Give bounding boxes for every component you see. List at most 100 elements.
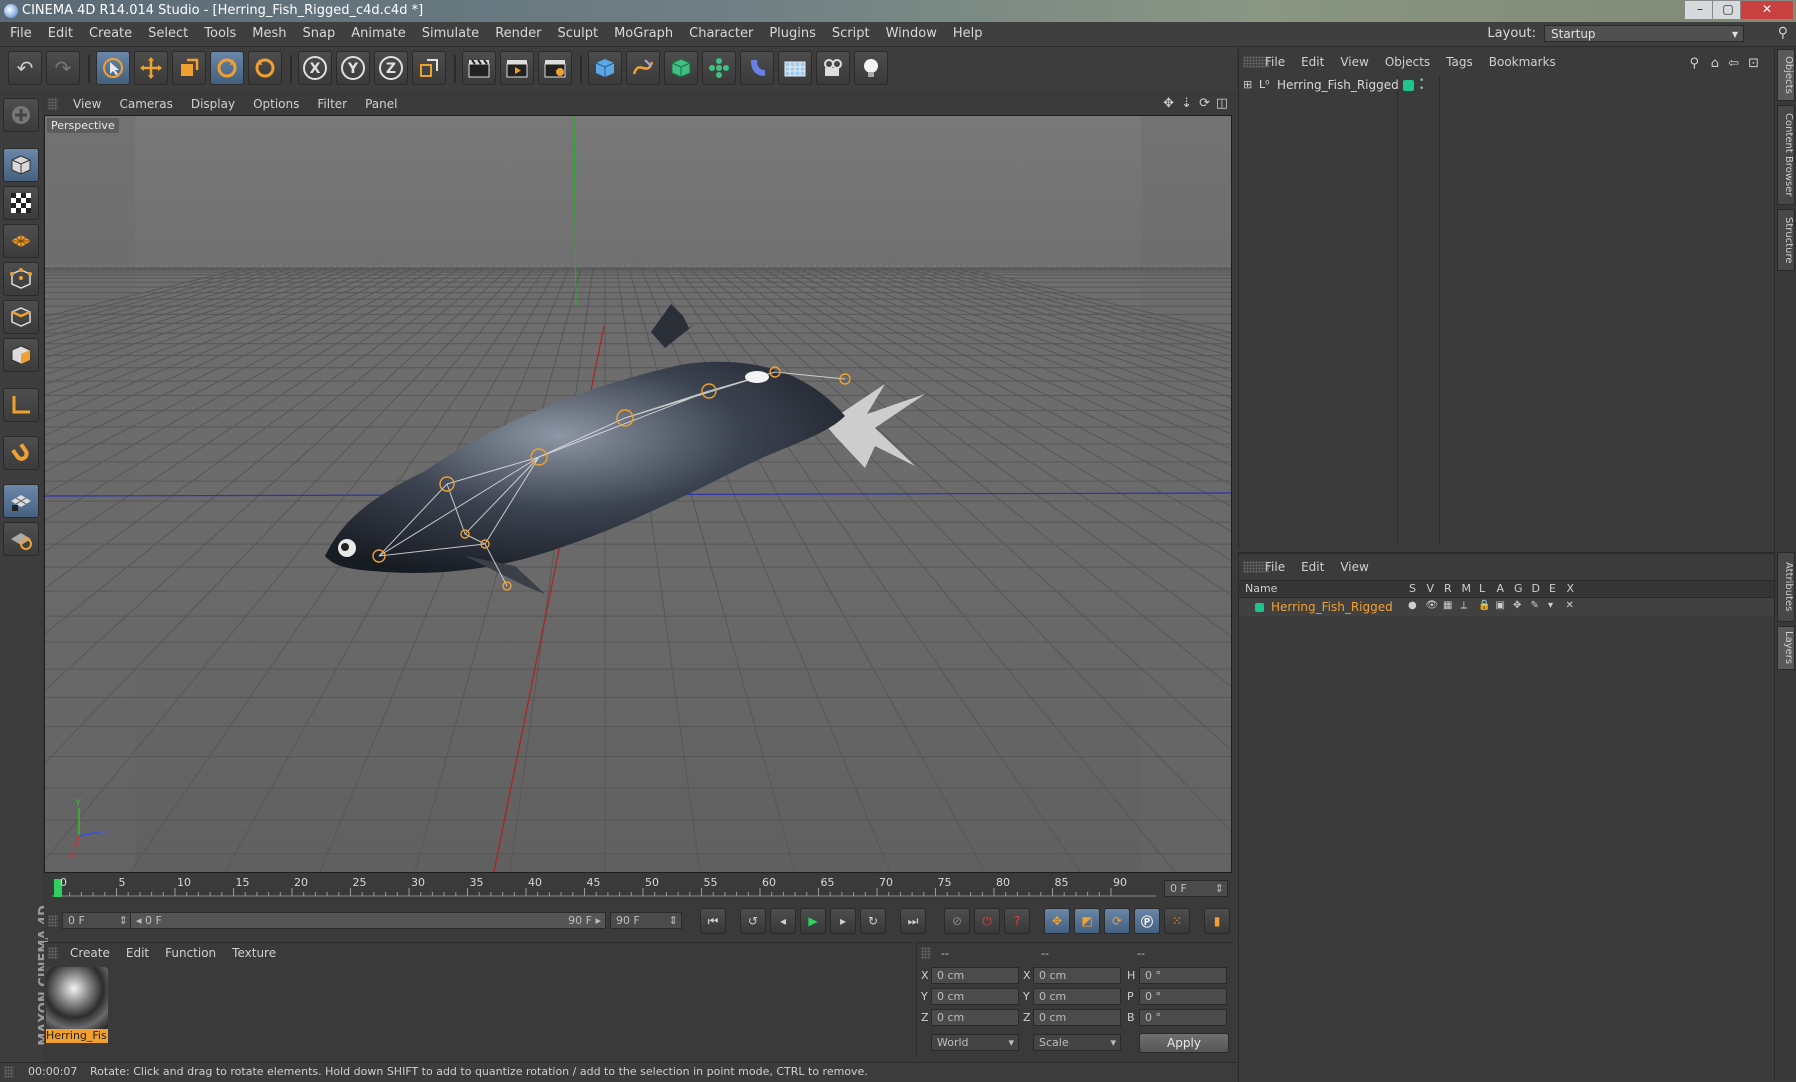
solo-toggle-icon[interactable]: ●: [1408, 600, 1417, 611]
layer-column-l[interactable]: L: [1479, 582, 1485, 595]
menu-character[interactable]: Character: [681, 22, 761, 46]
axis-mode-button[interactable]: [3, 388, 39, 422]
menu-render[interactable]: Render: [487, 22, 549, 46]
record-scale-button[interactable]: ◩: [1074, 908, 1100, 934]
menu-simulate[interactable]: Simulate: [414, 22, 487, 46]
lock-workplane-button[interactable]: [3, 484, 39, 518]
om-menu-view[interactable]: View: [1332, 51, 1376, 73]
om-menu-objects[interactable]: Objects: [1377, 51, 1438, 73]
menu-file[interactable]: File: [2, 22, 40, 46]
manager-toggle-icon[interactable]: ⟂: [1461, 600, 1468, 611]
previous-frame-button[interactable]: ◂: [770, 908, 796, 934]
live-selection-button[interactable]: [96, 51, 130, 85]
tab-attributes[interactable]: Attributes: [1777, 552, 1795, 622]
material-menu-texture[interactable]: Texture: [224, 943, 284, 963]
next-key-button[interactable]: ↻: [860, 908, 886, 934]
play-button[interactable]: ▶: [800, 908, 826, 934]
object-name[interactable]: Herring_Fish_Rigged: [1277, 78, 1399, 92]
lm-menu-file[interactable]: File: [1257, 556, 1293, 578]
om-menu-tags[interactable]: Tags: [1438, 51, 1481, 73]
layer-name[interactable]: Herring_Fish_Rigged: [1271, 600, 1393, 614]
tab-layers[interactable]: Layers: [1777, 626, 1795, 670]
menu-window[interactable]: Window: [878, 22, 945, 46]
menu-mesh[interactable]: Mesh: [244, 22, 294, 46]
undo-button[interactable]: ↶: [8, 51, 42, 85]
layer-column-m[interactable]: M: [1462, 582, 1472, 595]
rot-h-field[interactable]: 0 °: [1139, 967, 1227, 984]
layer-column-s[interactable]: S: [1409, 582, 1416, 595]
snap-button[interactable]: [3, 436, 39, 470]
expand-icon[interactable]: ⊞: [1243, 78, 1252, 91]
previous-key-button[interactable]: ↺: [740, 908, 766, 934]
layer-column-d[interactable]: D: [1532, 582, 1540, 595]
layer-column-x[interactable]: X: [1567, 582, 1575, 595]
menu-snap[interactable]: Snap: [295, 22, 344, 46]
layer-column-r[interactable]: R: [1444, 582, 1452, 595]
render-view-button[interactable]: [462, 51, 496, 85]
record-position-button[interactable]: ✥: [1044, 908, 1070, 934]
object-row[interactable]: ⊞ L⁰ Herring_Fish_Rigged • •: [1239, 77, 1775, 95]
z-axis-lock-button[interactable]: Z: [374, 51, 408, 85]
search-icon[interactable]: ⚲: [1778, 25, 1788, 41]
add-camera-button[interactable]: [816, 51, 850, 85]
edges-mode-button[interactable]: [3, 300, 39, 334]
expressions-toggle-icon[interactable]: ▾: [1548, 600, 1553, 611]
redo-button[interactable]: ↷: [46, 51, 80, 85]
max-time-field[interactable]: 90 F ⇕: [610, 912, 682, 929]
layer-color-swatch[interactable]: [1255, 603, 1264, 612]
points-mode-button[interactable]: [3, 262, 39, 296]
menu-select[interactable]: Select: [140, 22, 196, 46]
viewport-menu-options[interactable]: Options: [244, 93, 308, 115]
new-view-icon[interactable]: ⊡: [1740, 53, 1767, 75]
xref-toggle-icon[interactable]: ✕: [1566, 600, 1574, 611]
apply-button[interactable]: Apply: [1139, 1033, 1229, 1053]
size-y-field[interactable]: 0 cm: [1033, 988, 1121, 1005]
scale-tool-button[interactable]: [172, 51, 206, 85]
toggle-maximize-view-icon[interactable]: ◫: [1216, 96, 1228, 111]
record-parameter-button[interactable]: Ⓟ: [1134, 908, 1160, 934]
orbit-view-icon[interactable]: ⟳: [1199, 96, 1210, 111]
deformers-toggle-icon[interactable]: ✎: [1531, 600, 1539, 611]
make-editable-button[interactable]: [3, 98, 39, 132]
layer-color-tag[interactable]: [1403, 80, 1414, 91]
visibility-dots-icon[interactable]: • •: [1419, 77, 1424, 94]
material-menu-edit[interactable]: Edit: [118, 943, 157, 963]
coordinate-mode-select[interactable]: World ▾: [931, 1034, 1019, 1051]
next-frame-button[interactable]: ▸: [830, 908, 856, 934]
tab-content-browser[interactable]: Content Browser: [1777, 105, 1795, 205]
viewport-menu-cameras[interactable]: Cameras: [110, 93, 181, 115]
viewport-menu-view[interactable]: View: [64, 93, 110, 115]
rot-p-field[interactable]: 0 °: [1139, 988, 1227, 1005]
pos-y-field[interactable]: 0 cm: [931, 988, 1019, 1005]
pan-view-icon[interactable]: ✥: [1163, 96, 1174, 111]
workplane-mode-button[interactable]: [3, 224, 39, 258]
size-mode-select[interactable]: Scale ▾: [1033, 1034, 1121, 1051]
viewport-menu-display[interactable]: Display: [182, 93, 244, 115]
layer-column-a[interactable]: A: [1497, 582, 1505, 595]
dolly-view-icon[interactable]: ⇣: [1181, 96, 1192, 111]
model-mode-button[interactable]: [3, 148, 39, 182]
add-nurbs-button[interactable]: [664, 51, 698, 85]
viewport-menu-panel[interactable]: Panel: [356, 93, 406, 115]
layer-column-e[interactable]: E: [1549, 582, 1556, 595]
rotate-tool-button[interactable]: [210, 51, 244, 85]
pos-z-field[interactable]: 0 cm: [931, 1009, 1019, 1026]
menu-tools[interactable]: Tools: [196, 22, 244, 46]
add-floor-button[interactable]: [778, 51, 812, 85]
timeline-ruler[interactable]: 0 5 10 15 20 25 30 35 40 45 50 55 60 65 70 75 80 85 90 0 F…: [44, 874, 1232, 902]
material-swatch[interactable]: Herring_Fis: [46, 967, 108, 1045]
texture-mode-button[interactable]: [3, 186, 39, 220]
polygons-mode-button[interactable]: [3, 338, 39, 372]
x-axis-lock-button[interactable]: X: [298, 51, 332, 85]
menu-plugins[interactable]: Plugins: [761, 22, 824, 46]
size-x-field[interactable]: 0 cm: [1033, 967, 1121, 984]
tab-structure[interactable]: Structure: [1777, 209, 1795, 271]
go-to-end-button[interactable]: ⏭: [900, 908, 926, 934]
tab-objects[interactable]: Objects: [1777, 49, 1795, 101]
timeline-window-button[interactable]: ▮: [1204, 908, 1230, 934]
record-keys-button[interactable]: ⊘: [944, 908, 970, 934]
menu-mograph[interactable]: MoGraph: [606, 22, 681, 46]
locked-toggle-icon[interactable]: 🔒: [1478, 600, 1490, 611]
rot-b-field[interactable]: 0 °: [1139, 1009, 1227, 1026]
layer-column-v[interactable]: V: [1427, 582, 1435, 595]
